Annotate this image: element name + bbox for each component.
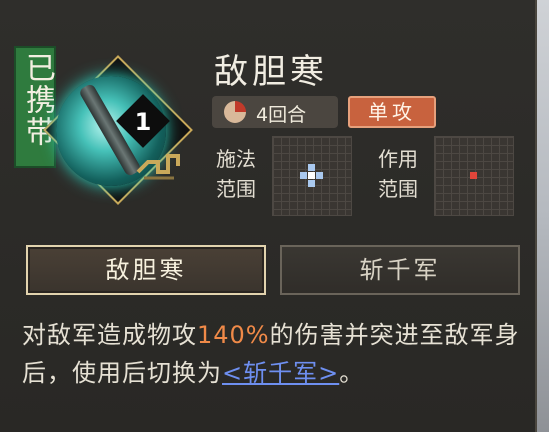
tab-skill-main[interactable]: 敌胆寒 <box>26 245 266 295</box>
attack-type-tag: 单攻 <box>348 96 436 128</box>
level-number: 1 <box>134 108 152 136</box>
effect-cell <box>470 172 477 179</box>
cast-range-label-2: 范围 <box>216 177 256 201</box>
damage-percent: 140% <box>197 321 270 349</box>
rounds-badge: 4回合 <box>212 96 338 128</box>
tab-skill-alt[interactable]: 斩千军 <box>280 245 520 295</box>
desc-part3: 。 <box>339 359 365 387</box>
skill-icon: 1 <box>43 55 194 206</box>
cloud-ornament-icon <box>136 154 180 180</box>
skill-title: 敌胆寒 <box>214 52 328 92</box>
cast-cell <box>316 172 323 179</box>
cast-range-label-1: 施法 <box>216 147 256 171</box>
effect-range-grid <box>434 136 514 216</box>
desc-part1: 对敌军造成物攻 <box>22 321 197 349</box>
rounds-text: 4回合 <box>256 104 307 126</box>
skill-description: 对敌军造成物攻140%的伤害并突进至敌军身后，使用后切换为<斩千军>。 <box>22 316 530 392</box>
effect-range-label-2: 范围 <box>378 177 418 201</box>
linked-skill-link[interactable]: <斩千军> <box>222 359 339 387</box>
cast-cell <box>308 180 315 187</box>
effect-range-label-1: 作用 <box>378 147 418 171</box>
background-edge <box>537 0 549 432</box>
cast-cell-center <box>308 172 315 179</box>
cast-cell <box>300 172 307 179</box>
cast-range-grid <box>272 136 352 216</box>
cast-cell <box>308 164 315 171</box>
cooldown-pie-icon <box>224 101 246 123</box>
